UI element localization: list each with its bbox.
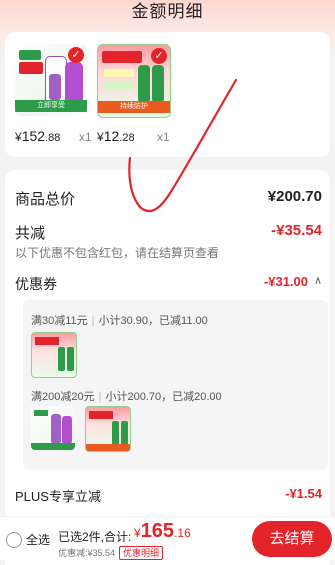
product-price: ¥152.88 bbox=[15, 128, 61, 144]
checked-icon[interactable]: ✓ bbox=[151, 48, 167, 64]
select-all-radio[interactable] bbox=[6, 532, 22, 548]
coupon-product-thumb bbox=[31, 406, 75, 450]
saved-amount-row: 优惠减:¥35.54 优惠明细 bbox=[58, 546, 164, 560]
footer-total: ¥165.16 bbox=[134, 520, 191, 542]
selected-products-card: 立即享受 ✓ ¥152.88 x1 持续防护 ✓ ¥12.28 x1 bbox=[5, 32, 330, 157]
coupon-label: 优惠券 bbox=[15, 276, 57, 292]
coupon-product-thumb bbox=[85, 406, 131, 452]
total-price-label: 商品总价 bbox=[15, 191, 76, 208]
product-image-disinfectant[interactable]: 立即享受 ✓ bbox=[15, 44, 87, 116]
discount-value: -¥35.54 bbox=[271, 222, 322, 239]
select-all-label[interactable]: 全选 bbox=[26, 531, 50, 548]
page-title: 金额明细 bbox=[131, 2, 204, 21]
plus-discount-label: PLUS专享立减 bbox=[15, 489, 101, 504]
product-item[interactable]: 立即享受 ✓ ¥152.88 x1 bbox=[15, 44, 92, 144]
coupon-detail-box: 满30减11元 | 小计30.90，已减11.00 满200减20元 | 小计200.7… bbox=[23, 300, 328, 470]
checkout-button[interactable]: 去结算 bbox=[252, 521, 332, 557]
chevron-up-icon[interactable]: ∧ bbox=[314, 274, 322, 287]
amount-detail-card: 商品总价 ¥200.70 共减 -¥35.54 以下优惠不包含红包，请在结算页查… bbox=[5, 170, 330, 565]
discount-row: 共减 -¥35.54 bbox=[15, 222, 322, 243]
discount-label: 共减 bbox=[15, 225, 46, 242]
coupon-row[interactable]: 优惠券 -¥31.00 ∧ bbox=[15, 274, 322, 294]
product-image-mosquito-spray[interactable]: 持续防护 ✓ bbox=[97, 44, 171, 118]
product-quantity: x1 bbox=[79, 130, 92, 144]
total-price-value: ¥200.70 bbox=[267, 188, 322, 205]
product-quantity: x1 bbox=[157, 130, 170, 144]
total-price-row: 商品总价 ¥200.70 bbox=[15, 188, 322, 209]
discount-note: 以下优惠不包含红包，请在结算页查看 bbox=[15, 246, 220, 260]
checkout-bar: 全选 已选2件,合计: ¥165.16 优惠减:¥35.54 优惠明细 去结算 bbox=[0, 516, 335, 560]
coupon-group-title: 满30减11元 | 小计30.90，已减11.00 bbox=[31, 315, 208, 327]
checked-icon[interactable]: ✓ bbox=[68, 47, 84, 63]
product-item[interactable]: 持续防护 ✓ ¥12.28 x1 bbox=[97, 44, 171, 144]
plus-discount-row: PLUS专享立减 -¥1.54 bbox=[15, 486, 322, 506]
discount-detail-link[interactable]: 优惠明细 bbox=[119, 546, 164, 560]
product-price: ¥12.28 bbox=[97, 128, 135, 144]
selected-summary: 已选2件,合计: bbox=[58, 530, 132, 544]
coupon-value: -¥31.00 bbox=[263, 274, 308, 289]
plus-discount-value: -¥1.54 bbox=[285, 486, 322, 501]
product-promo-tag: 持续防护 bbox=[98, 101, 170, 113]
coupon-product-thumb bbox=[31, 332, 77, 378]
product-promo-tag: 立即享受 bbox=[15, 100, 87, 112]
coupon-group-title: 满200减20元 | 小计200.70，已减20.00 bbox=[31, 391, 222, 403]
